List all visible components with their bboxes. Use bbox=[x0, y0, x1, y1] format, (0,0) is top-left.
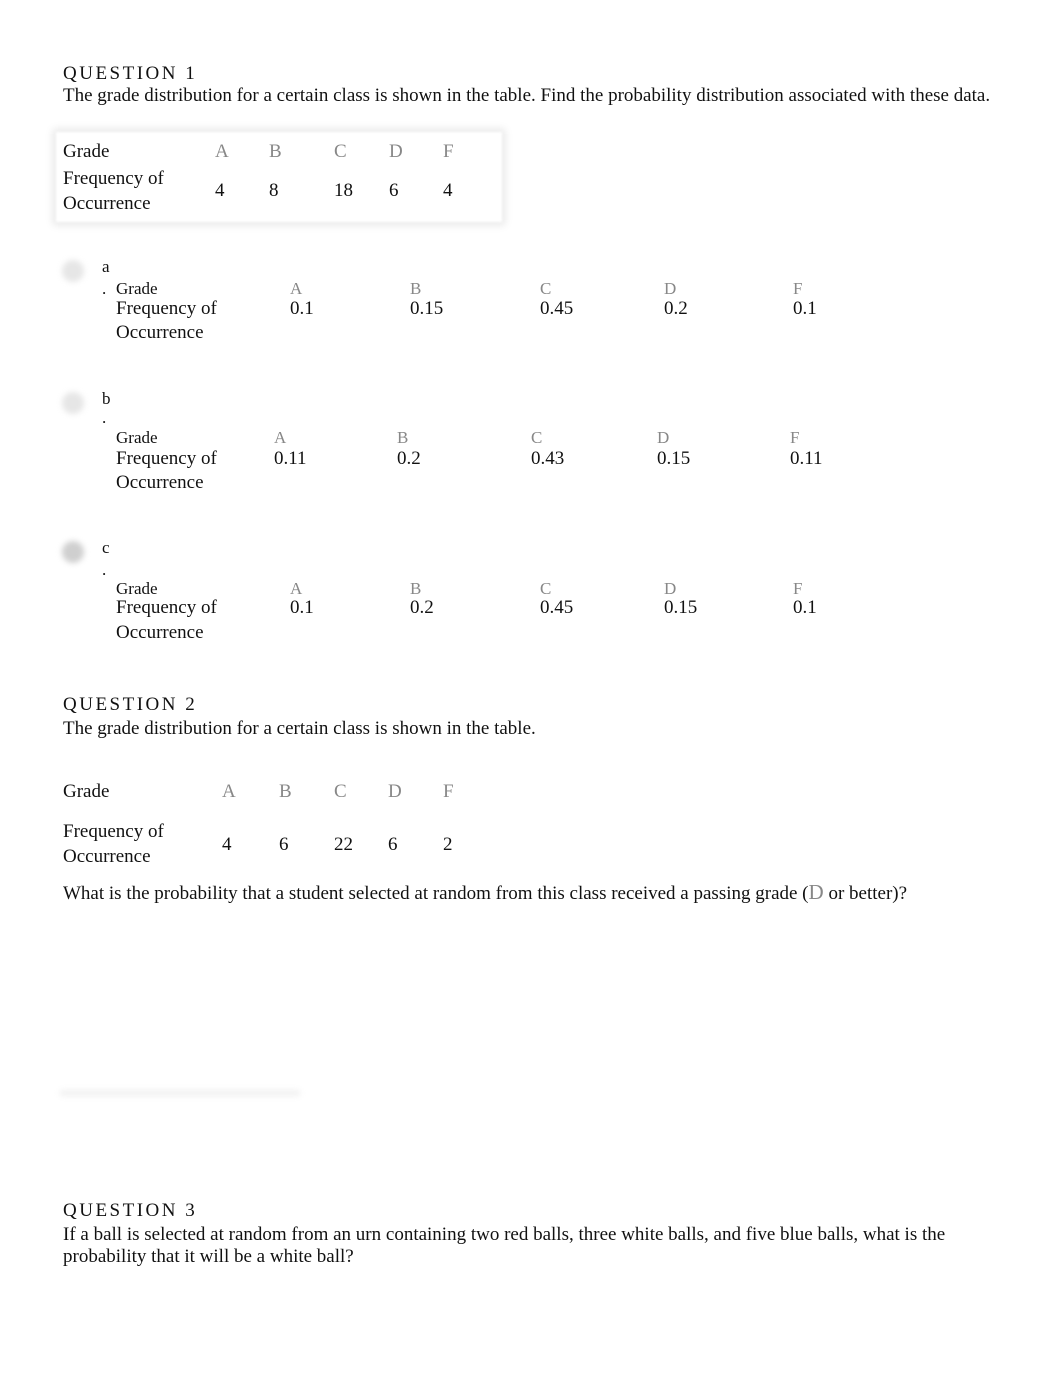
frequency-cell: 6 bbox=[388, 834, 398, 855]
probability-cell: 0.1 bbox=[290, 597, 314, 618]
frequency-label: Frequency of bbox=[116, 597, 217, 618]
question-3-prompt-line-1: If a ball is selected at random from an … bbox=[63, 1224, 946, 1245]
probability-cell: 0.2 bbox=[397, 448, 421, 469]
frequency-cell: 4 bbox=[215, 180, 225, 201]
grade-header: C bbox=[540, 279, 552, 298]
page: QUESTION 1 The grade distribution for a … bbox=[0, 0, 1062, 1377]
probability-cell: 0.15 bbox=[664, 597, 698, 618]
probability-cell: 0.11 bbox=[790, 448, 823, 469]
option-dot: . bbox=[102, 560, 107, 579]
grade-header: A bbox=[290, 279, 303, 298]
question-3-heading: QUESTION 3 bbox=[63, 1200, 198, 1221]
option-a-radio[interactable] bbox=[62, 260, 84, 282]
grade-header: F bbox=[443, 141, 454, 162]
grade-label: Grade bbox=[116, 279, 158, 298]
frequency-cell: 6 bbox=[279, 834, 289, 855]
grade-header: F bbox=[443, 781, 454, 802]
option-b-radio[interactable] bbox=[62, 392, 84, 414]
grade-header: D bbox=[664, 279, 677, 298]
probability-cell: 0.2 bbox=[410, 597, 434, 618]
grade-header: C bbox=[334, 141, 347, 162]
question-3-prompt-line-2: probability that it will be a white ball… bbox=[63, 1246, 354, 1267]
frequency-cell: 6 bbox=[389, 180, 399, 201]
probability-cell: 0.15 bbox=[410, 298, 444, 319]
probability-cell: 0.11 bbox=[274, 448, 307, 469]
grade-header: D bbox=[389, 141, 403, 162]
grade-letter: D bbox=[808, 880, 824, 904]
probability-cell: 0.2 bbox=[664, 298, 688, 319]
grade-header: B bbox=[269, 141, 282, 162]
grade-header: A bbox=[222, 781, 236, 802]
question-text-end: or better)? bbox=[823, 883, 908, 904]
frequency-cell: 4 bbox=[222, 834, 232, 855]
grade-header: C bbox=[334, 781, 347, 802]
frequency-cell: 2 bbox=[443, 834, 453, 855]
frequency-label-cont: Occurrence bbox=[116, 322, 204, 343]
question-1-prompt: The grade distribution for a certain cla… bbox=[63, 85, 991, 106]
probability-cell: 0.45 bbox=[540, 597, 574, 618]
grade-label: Grade bbox=[63, 781, 110, 802]
probability-cell: 0.1 bbox=[290, 298, 314, 319]
option-dot: . bbox=[102, 408, 107, 427]
option-letter: a bbox=[102, 257, 110, 276]
grade-header: F bbox=[793, 279, 803, 298]
frequency-cell: 18 bbox=[334, 180, 353, 201]
grade-header: B bbox=[397, 428, 409, 447]
grade-label: Grade bbox=[116, 428, 158, 447]
probability-cell: 0.1 bbox=[793, 597, 817, 618]
grade-header: A bbox=[215, 141, 229, 162]
option-letter: c bbox=[102, 538, 110, 557]
frequency-label-cont: Occurrence bbox=[63, 846, 151, 867]
probability-cell: 0.15 bbox=[657, 448, 691, 469]
option-dot: . bbox=[102, 279, 107, 298]
grade-header: B bbox=[410, 279, 422, 298]
frequency-label: Frequency of bbox=[116, 448, 217, 469]
probability-cell: 0.43 bbox=[531, 448, 565, 469]
probability-cell: 0.1 bbox=[793, 298, 817, 319]
option-c-radio[interactable] bbox=[62, 541, 84, 563]
frequency-label: Frequency of bbox=[116, 298, 217, 319]
frequency-cell: 8 bbox=[269, 180, 279, 201]
question-text: What is the probability that a student s… bbox=[63, 883, 809, 904]
question-2-question: What is the probability that a student s… bbox=[63, 881, 907, 905]
frequency-label-cont: Occurrence bbox=[63, 193, 151, 214]
grade-header: D bbox=[388, 781, 402, 802]
grade-header: A bbox=[274, 428, 287, 447]
answer-field[interactable] bbox=[60, 1090, 300, 1096]
frequency-label: Frequency of bbox=[63, 821, 164, 842]
frequency-cell: 4 bbox=[443, 180, 453, 201]
frequency-cell: 22 bbox=[334, 834, 353, 855]
question-2-prompt: The grade distribution for a certain cla… bbox=[63, 718, 536, 739]
frequency-label-cont: Occurrence bbox=[116, 472, 204, 493]
question-1-heading: QUESTION 1 bbox=[63, 63, 198, 84]
grade-label: Grade bbox=[63, 141, 110, 162]
grade-header: B bbox=[279, 781, 292, 802]
frequency-label-cont: Occurrence bbox=[116, 622, 204, 643]
question-2-heading: QUESTION 2 bbox=[63, 694, 198, 715]
probability-cell: 0.45 bbox=[540, 298, 574, 319]
grade-header: C bbox=[531, 428, 543, 447]
grade-header: F bbox=[790, 428, 800, 447]
frequency-label: Frequency of bbox=[63, 168, 164, 189]
grade-header: D bbox=[657, 428, 670, 447]
